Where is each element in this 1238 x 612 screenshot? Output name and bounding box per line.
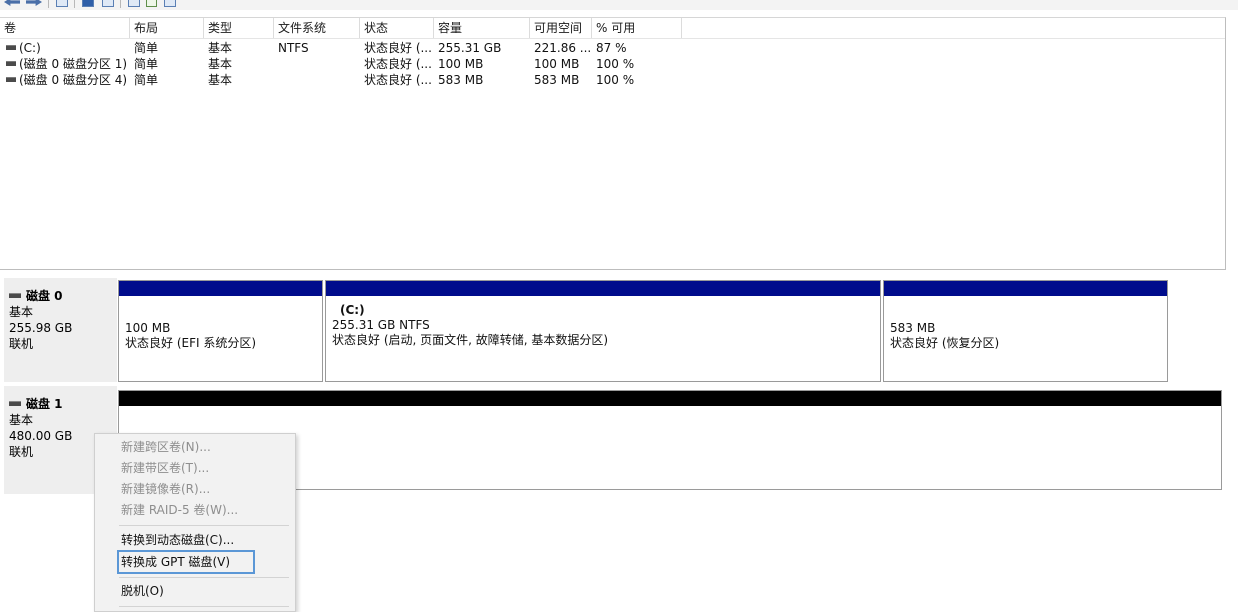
volume-name: (C:): [19, 41, 41, 55]
volume-icon: [6, 45, 16, 50]
layout-cell: 简单: [134, 73, 159, 87]
capacity-cell: 100 MB: [438, 57, 484, 71]
partition-status: 状态良好 (恢复分区): [890, 336, 1000, 350]
filesystem-cell: [274, 56, 360, 72]
disk-0-label[interactable]: 磁盘 0 基本 255.98 GB 联机: [4, 278, 117, 382]
forward-button[interactable]: [26, 0, 42, 8]
menu-item-offline[interactable]: 脱机(O): [121, 580, 164, 602]
disk-type: 基本: [9, 305, 34, 319]
partition-size: 100 MB: [125, 321, 171, 335]
check-icon: [146, 0, 157, 7]
help-icon: [82, 0, 94, 7]
partition-status: 状态良好 (启动, 页面文件, 故障转储, 基本数据分区): [332, 333, 609, 347]
partition-c[interactable]: (C:) 255.31 GB NTFS 状态良好 (启动, 页面文件, 故障转储…: [325, 280, 881, 382]
status-cell: 状态良好 (...: [364, 41, 432, 55]
menu-separator: [119, 577, 289, 578]
help-button[interactable]: [82, 0, 94, 8]
partition-size: 255.31 GB NTFS: [332, 318, 430, 332]
free-space-cell: 100 MB: [534, 57, 580, 71]
column-filesystem[interactable]: 文件系统: [274, 18, 360, 38]
volume-icon: [6, 61, 16, 66]
menu-item-new-spanned-volume[interactable]: 新建跨区卷(N)...: [121, 436, 211, 458]
partition-bar: [884, 281, 1167, 296]
free-space-cell: 221.86 ...: [534, 41, 592, 55]
disk-view-button[interactable]: [56, 0, 68, 8]
column-header: 卷 布局 类型 文件系统 状态 容量 可用空间 % 可用: [0, 18, 1225, 39]
disk-state: 联机: [9, 337, 34, 351]
layout-cell: 简单: [134, 57, 159, 71]
partition-size: 583 MB: [890, 321, 936, 335]
column-percent-free[interactable]: % 可用: [592, 18, 682, 38]
status-cell: 状态良好 (...: [364, 57, 432, 71]
refresh-button[interactable]: [102, 0, 114, 8]
capacity-cell: 255.31 GB: [438, 41, 502, 55]
table-row[interactable]: (磁盘 0 磁盘分区 4) 简单 基本 状态良好 (... 583 MB 583…: [0, 72, 700, 88]
properties-icon: [128, 0, 140, 7]
disk-name: 磁盘 0: [26, 289, 63, 303]
refresh-icon: [102, 0, 114, 7]
disk-view-icon: [56, 0, 68, 7]
filesystem-cell: [274, 72, 360, 88]
partition-bar: [119, 391, 1221, 406]
partition-bar: [119, 281, 322, 296]
table-row[interactable]: (磁盘 0 磁盘分区 1) 简单 基本 状态良好 (... 100 MB 100…: [0, 56, 700, 72]
context-menu: 新建跨区卷(N)... 新建带区卷(T)... 新建镜像卷(R)... 新建 R…: [94, 433, 296, 612]
filesystem-cell: NTFS: [278, 41, 309, 55]
partition-bar: [326, 281, 880, 296]
column-layout[interactable]: 布局: [130, 18, 204, 38]
percent-free-cell: 100 %: [596, 57, 635, 71]
type-cell: 基本: [208, 57, 233, 71]
menu-item-convert-dynamic[interactable]: 转换到动态磁盘(C)...: [121, 529, 234, 551]
status-cell: 状态良好 (...: [364, 73, 432, 87]
column-status[interactable]: 状态: [360, 18, 434, 38]
menu-item-convert-gpt[interactable]: 转换成 GPT 磁盘(V): [121, 551, 230, 573]
volume-name: (磁盘 0 磁盘分区 4): [19, 73, 128, 87]
column-volume[interactable]: 卷: [0, 18, 130, 38]
settings-button[interactable]: [164, 0, 176, 8]
settings-icon: [164, 0, 176, 7]
menu-item-new-striped-volume[interactable]: 新建带区卷(T)...: [121, 457, 209, 479]
type-cell: 基本: [208, 73, 233, 87]
percent-free-cell: 87 %: [596, 41, 627, 55]
percent-free-cell: 100 %: [596, 73, 635, 87]
partition-recovery[interactable]: 583 MB 状态良好 (恢复分区): [883, 280, 1168, 382]
volume-list[interactable]: 卷 布局 类型 文件系统 状态 容量 可用空间 % 可用 (C:) 简单 基本 …: [0, 17, 1226, 270]
disk-name: 磁盘 1: [26, 397, 63, 411]
check-button[interactable]: [146, 0, 157, 8]
type-cell: 基本: [208, 41, 233, 55]
menu-separator: [119, 606, 289, 607]
column-type[interactable]: 类型: [204, 18, 274, 38]
toolbar: [0, 0, 1238, 10]
column-capacity[interactable]: 容量: [434, 18, 530, 38]
layout-cell: 简单: [134, 41, 159, 55]
disk-type: 基本: [9, 413, 34, 427]
disk-size: 255.98 GB: [9, 321, 73, 335]
volume-name: (磁盘 0 磁盘分区 1): [19, 57, 128, 71]
partition-name: (C:): [340, 303, 365, 317]
capacity-cell: 583 MB: [438, 73, 484, 87]
menu-item-new-mirrored-volume[interactable]: 新建镜像卷(R)...: [121, 478, 210, 500]
volume-icon: [6, 77, 16, 82]
forward-arrow-icon: [26, 0, 42, 6]
menu-item-new-raid5-volume[interactable]: 新建 RAID-5 卷(W)...: [121, 499, 238, 521]
free-space-cell: 583 MB: [534, 73, 580, 87]
column-free-space[interactable]: 可用空间: [530, 18, 592, 38]
disk-icon: [9, 401, 21, 406]
properties-button[interactable]: [128, 0, 140, 8]
partition-efi[interactable]: 100 MB 状态良好 (EFI 系统分区): [118, 280, 323, 382]
back-arrow-icon: [4, 0, 20, 6]
menu-separator: [119, 525, 289, 526]
disk-icon: [9, 293, 21, 298]
partition-status: 状态良好 (EFI 系统分区): [125, 336, 257, 350]
back-button[interactable]: [4, 0, 20, 8]
table-row[interactable]: (C:) 简单 基本 NTFS 状态良好 (... 255.31 GB 221.…: [0, 40, 700, 56]
